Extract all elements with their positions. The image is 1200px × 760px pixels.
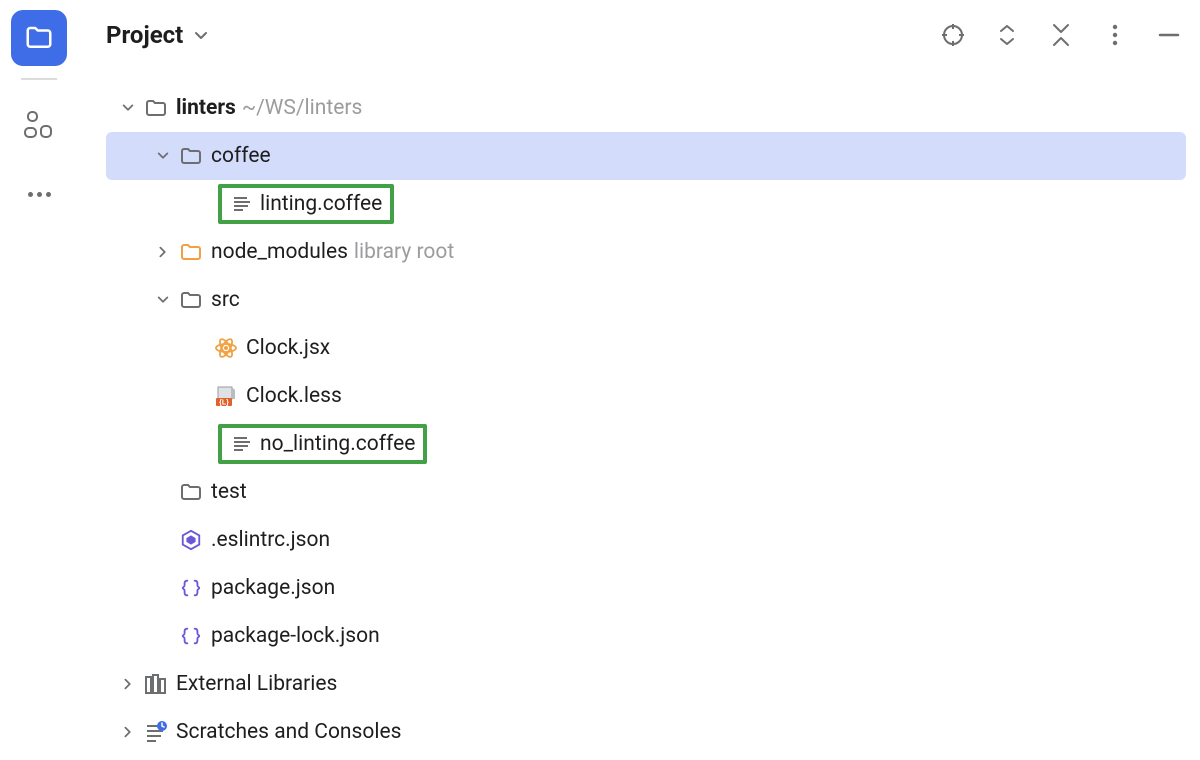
tree-item-label: Scratches and Consoles bbox=[176, 720, 401, 744]
scratches-icon bbox=[140, 721, 172, 743]
highlight-box: linting.coffee bbox=[218, 184, 394, 224]
eslint-icon bbox=[175, 529, 207, 551]
tool-strip bbox=[0, 0, 78, 760]
options-button[interactable] bbox=[1102, 22, 1128, 48]
tree-item-scratches[interactable]: Scratches and Consoles bbox=[78, 708, 1200, 756]
tree-item-eslintrc[interactable]: .eslintrc.json bbox=[78, 516, 1200, 564]
tree-item-label: Clock.less bbox=[246, 384, 342, 408]
expand-collapse-button[interactable] bbox=[994, 22, 1020, 48]
tree-item-subpath: ~/WS/linters bbox=[242, 96, 362, 120]
minimize-icon bbox=[1157, 23, 1181, 47]
chevron-right-icon[interactable] bbox=[118, 674, 138, 694]
kebab-icon bbox=[1111, 23, 1119, 47]
tree-item-root[interactable]: linters ~/WS/linters bbox=[78, 84, 1200, 132]
select-opened-file-button[interactable] bbox=[940, 22, 966, 48]
text-file-icon bbox=[226, 193, 258, 215]
folder-icon bbox=[175, 144, 207, 168]
structure-tool-button[interactable] bbox=[11, 98, 67, 154]
highlight-box: no_linting.coffee bbox=[218, 424, 427, 464]
panel-header: Project bbox=[78, 0, 1200, 70]
expand-collapse-icon bbox=[997, 23, 1017, 47]
tree-item-src[interactable]: src bbox=[78, 276, 1200, 324]
tree-item-tag: library root bbox=[354, 240, 454, 264]
chevron-right-icon[interactable] bbox=[118, 722, 138, 742]
folder-icon bbox=[175, 288, 207, 312]
hide-panel-button[interactable] bbox=[1156, 22, 1182, 48]
project-tree[interactable]: linters ~/WS/linters coffee l bbox=[78, 70, 1200, 756]
chevron-down-icon bbox=[193, 28, 207, 42]
folder-icon bbox=[140, 96, 172, 120]
library-folder-icon bbox=[175, 240, 207, 264]
folder-icon bbox=[175, 480, 207, 504]
tree-item-label: package.json bbox=[211, 576, 335, 600]
libraries-icon bbox=[140, 673, 172, 695]
tree-item-label: package-lock.json bbox=[211, 624, 380, 648]
folder-icon bbox=[24, 23, 54, 53]
divider bbox=[21, 78, 57, 80]
tree-item-label: External Libraries bbox=[176, 672, 337, 696]
chevron-right-icon[interactable] bbox=[153, 242, 173, 262]
tree-item-label: .eslintrc.json bbox=[211, 528, 330, 552]
tree-item-coffee[interactable]: coffee bbox=[78, 132, 1200, 180]
structure-icon bbox=[24, 111, 54, 141]
project-tool-button[interactable] bbox=[11, 10, 67, 66]
tree-item-label: linters bbox=[176, 96, 236, 120]
project-panel: Project bbox=[78, 0, 1200, 760]
tree-item-label: node_modules bbox=[211, 240, 348, 264]
tree-item-package-json[interactable]: package.json bbox=[78, 564, 1200, 612]
react-icon bbox=[210, 336, 242, 360]
tree-item-test[interactable]: test bbox=[78, 468, 1200, 516]
more-tool-button[interactable] bbox=[28, 192, 51, 197]
collapse-all-icon bbox=[1050, 23, 1072, 47]
tree-item-linting-coffee[interactable]: linting.coffee bbox=[78, 180, 1200, 228]
chevron-down-icon[interactable] bbox=[118, 98, 138, 118]
chevron-down-icon[interactable] bbox=[153, 146, 173, 166]
tree-item-label: linting.coffee bbox=[260, 192, 382, 216]
chevron-down-icon[interactable] bbox=[153, 290, 173, 310]
panel-title-dropdown[interactable]: Project bbox=[106, 21, 207, 49]
tree-item-node-modules[interactable]: node_modules library root bbox=[78, 228, 1200, 276]
less-file-icon: {L} bbox=[210, 384, 242, 408]
collapse-all-button[interactable] bbox=[1048, 22, 1074, 48]
tree-item-label: Clock.jsx bbox=[246, 336, 330, 360]
tree-item-label: no_linting.coffee bbox=[260, 432, 415, 456]
panel-actions bbox=[940, 22, 1182, 48]
tree-item-external-libraries[interactable]: External Libraries bbox=[78, 660, 1200, 708]
tree-item-no-linting-coffee[interactable]: no_linting.coffee bbox=[78, 420, 1200, 468]
json-icon bbox=[175, 625, 207, 647]
target-icon bbox=[941, 23, 965, 47]
tree-item-clock-less[interactable]: {L} Clock.less bbox=[78, 372, 1200, 420]
tree-item-package-lock[interactable]: package-lock.json bbox=[78, 612, 1200, 660]
text-file-icon bbox=[226, 433, 258, 455]
tree-item-label: coffee bbox=[211, 144, 271, 168]
tree-item-clock-jsx[interactable]: Clock.jsx bbox=[78, 324, 1200, 372]
svg-text:{L}: {L} bbox=[219, 400, 229, 407]
tree-item-label: test bbox=[211, 480, 247, 504]
tree-item-label: src bbox=[211, 288, 240, 312]
panel-title-label: Project bbox=[106, 21, 183, 49]
json-icon bbox=[175, 577, 207, 599]
